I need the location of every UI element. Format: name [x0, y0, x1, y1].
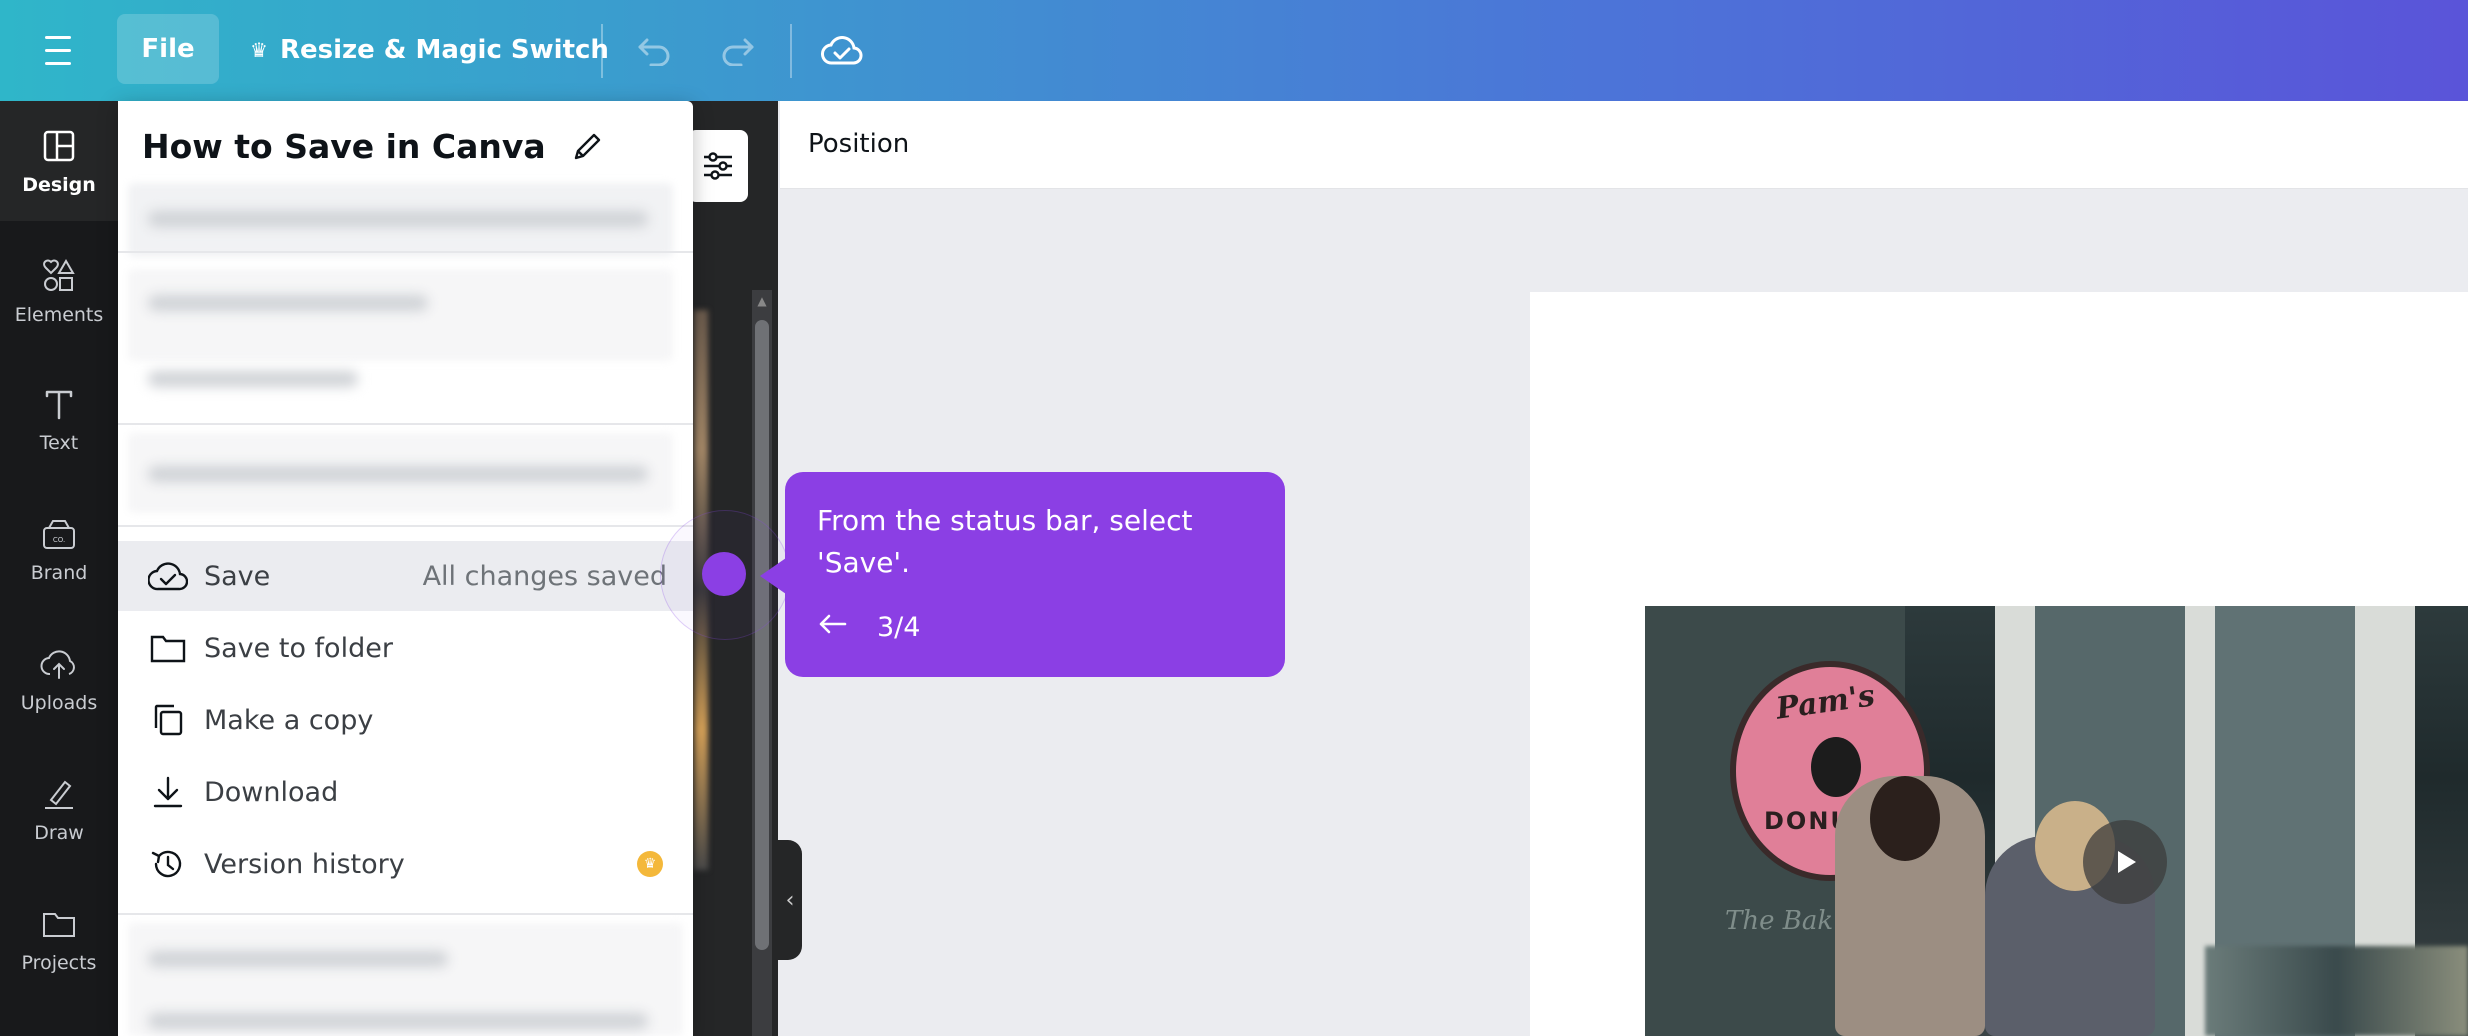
text-icon — [45, 390, 73, 420]
folder-icon — [43, 913, 75, 937]
divider — [118, 423, 693, 425]
menu-item-label: Save to folder — [204, 632, 393, 664]
menu-item-label: Save — [204, 560, 271, 592]
menu-item-label: Make a copy — [204, 704, 374, 736]
left-sidebar: Design Elements Text CO. Brand Uploads D… — [0, 101, 118, 1036]
tooltip-text: From the status bar, select 'Save'. — [817, 504, 1193, 579]
blurred-section — [148, 295, 428, 311]
upload-cloud-icon — [40, 650, 75, 679]
tooltip-pointer — [760, 558, 786, 594]
blurred-section — [128, 269, 673, 361]
video-element[interactable]: Pam's DONUT The Bak — [1645, 606, 2468, 1036]
toolbar-divider — [601, 24, 603, 78]
layout-icon — [43, 130, 75, 162]
sidebar-item-label: Brand — [30, 562, 88, 584]
scrollbar-thumb[interactable] — [755, 320, 769, 950]
undo-icon[interactable] — [630, 26, 680, 76]
menu-item-download[interactable]: Download — [118, 757, 693, 827]
resize-label: Resize & Magic Switch — [279, 35, 609, 65]
design-title[interactable]: How to Save in Canva — [142, 127, 604, 166]
history-icon — [148, 844, 188, 884]
design-title-text: How to Save in Canva — [142, 127, 546, 166]
menu-item-save[interactable]: Save All changes saved — [118, 541, 693, 611]
chevron-left-icon: ‹ — [785, 887, 795, 913]
step-counter: 3/4 — [877, 612, 921, 643]
menu-item-save-to-folder[interactable]: Save to folder — [118, 613, 693, 683]
menu-item-label: Download — [204, 776, 339, 808]
sidebar-item-draw[interactable]: Draw — [0, 749, 118, 869]
file-menu-button[interactable]: File — [117, 14, 219, 84]
cloud-check-icon[interactable] — [816, 24, 868, 76]
sidebar-item-label: Elements — [14, 304, 104, 326]
sidebar-item-label: Projects — [21, 952, 97, 974]
copy-icon — [148, 700, 188, 740]
blurred-section — [148, 466, 648, 482]
scroll-up-icon[interactable]: ▲ — [752, 294, 772, 310]
blurred-section — [148, 371, 358, 387]
menu-icon[interactable] — [30, 22, 86, 78]
sidebar-item-text[interactable]: Text — [0, 359, 118, 479]
sidebar-item-label: Draw — [34, 822, 84, 844]
sidebar-item-label: Design — [22, 174, 96, 196]
window-text: The Bak — [1725, 906, 1834, 936]
blurred-section — [148, 951, 448, 967]
cloud-check-icon — [148, 556, 188, 596]
blurred-section — [148, 1013, 648, 1029]
divider — [118, 525, 693, 527]
blurred-section — [148, 211, 648, 227]
divider — [118, 251, 693, 253]
file-dropdown-menu: How to Save in Canva Save All changes sa… — [118, 101, 693, 1036]
sign-text: Pam's — [1774, 678, 1877, 727]
pencil-icon[interactable] — [570, 130, 604, 164]
premium-crown-icon: ♛ — [637, 851, 663, 877]
crown-icon: ♛ — [250, 38, 268, 62]
guide-tooltip: From the status bar, select 'Save'. 3/4 — [785, 472, 1285, 677]
sidebar-item-uploads[interactable]: Uploads — [0, 619, 118, 739]
filter-icon[interactable] — [688, 130, 748, 202]
toolbar-divider — [790, 24, 792, 78]
hotspot-dot[interactable] — [702, 552, 746, 596]
sidebar-item-label: Text — [39, 432, 79, 454]
sidebar-item-elements[interactable]: Elements — [0, 231, 118, 351]
save-status: All changes saved — [422, 560, 667, 592]
menu-item-label: Version history — [204, 848, 405, 880]
shapes-icon — [43, 259, 75, 291]
pen-icon — [45, 780, 73, 809]
context-toolbar: Position — [780, 101, 2468, 189]
position-button[interactable]: Position — [808, 129, 909, 159]
sidebar-item-design[interactable]: Design — [0, 101, 118, 221]
brand-icon: CO. — [43, 520, 75, 549]
divider — [118, 913, 693, 915]
play-icon[interactable] — [2083, 820, 2167, 904]
back-arrow-icon[interactable] — [817, 612, 847, 643]
menu-item-version-history[interactable]: Version history ♛ — [118, 829, 693, 899]
resize-magic-switch-button[interactable]: ♛ Resize & Magic Switch — [250, 22, 609, 78]
donut-hole — [1811, 737, 1861, 797]
crowd — [2205, 946, 2468, 1036]
sidebar-item-label: Uploads — [20, 692, 98, 714]
svg-text:CO.: CO. — [53, 536, 65, 544]
top-toolbar: File ♛ Resize & Magic Switch — [0, 0, 2468, 101]
redo-icon[interactable] — [712, 26, 762, 76]
menu-item-make-a-copy[interactable]: Make a copy — [118, 685, 693, 755]
sidebar-item-projects[interactable]: Projects — [0, 879, 118, 999]
folder-icon — [148, 628, 188, 668]
person — [1870, 776, 1940, 861]
download-icon — [148, 772, 188, 812]
sidebar-item-brand[interactable]: CO. Brand — [0, 489, 118, 609]
collapse-panel-button[interactable]: ‹ — [778, 840, 802, 960]
